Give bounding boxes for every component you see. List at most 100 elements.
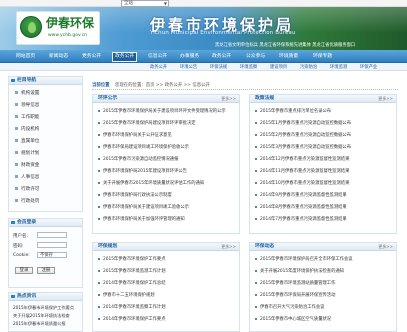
sidebar-item[interactable]: 财政资金	[15, 162, 39, 168]
subnav-item[interactable]: 环保产业	[360, 64, 377, 70]
list-item[interactable]: 伊春市环境保护局关于建设项目竣工验收公示	[98, 204, 238, 210]
box-title: 环保动态	[250, 243, 396, 251]
login-title: 会员登录	[9, 219, 82, 227]
subnav-item[interactable]: 污染防治	[300, 64, 317, 70]
breadcrumb: 当前位置 您现在的位置：首页 >> 政务公开 >> 信息公开	[92, 82, 398, 90]
nav-item-news[interactable]: 新闻动态	[47, 53, 70, 61]
subnav-item[interactable]: 环保法规	[210, 64, 227, 70]
nav-item-gov-open[interactable]: 政务公开	[112, 52, 138, 62]
list-item[interactable]: 2015年伊春市重点排污单位名录公布	[255, 108, 395, 114]
login-button[interactable]: 登录	[15, 267, 33, 274]
planning-box: 环保规划 更多>> 2015年伊春市环境保护工作要点 2015年伊春市环境监测工…	[92, 242, 240, 332]
box-title: 环保规划	[93, 243, 239, 251]
list-item[interactable]: 2015年伊春市环境保护局建设项目环评审批决定	[98, 120, 238, 126]
policy-box: 政策法规 更多>> 2015年伊春市重点排污单位名录公布 2015年1月伊春市重…	[249, 94, 397, 234]
list-item[interactable]: 2015年2月伊春市重点污染源自动监控数据公布	[255, 132, 395, 138]
news-link[interactable]: 2015年伊春市环境质量公报	[13, 321, 81, 327]
login-panel: 会员登录 用户名: 密码: Cookie: 不保存 登录 注册	[8, 218, 83, 288]
list-item[interactable]: 2015年1月伊春市重点污染源自动监控数据公布	[255, 120, 395, 126]
sidebar-item[interactable]: 行政许可	[15, 186, 39, 192]
news-link[interactable]: 2015年伊春市环境保护工作要点	[13, 305, 81, 311]
sidebar-item[interactable]: 机构设置	[15, 90, 39, 96]
logo-name: 伊春环保	[46, 16, 95, 30]
list-item[interactable]: 2015年伊春市环境保护工作要点	[98, 256, 238, 262]
list-item[interactable]: 2015年伊春市环境监测工作计划	[98, 268, 238, 274]
nav-item-gov-open-2[interactable]: 政务公开	[210, 53, 233, 61]
main-content: 当前位置 您现在的位置：首页 >> 政务公开 >> 信息公开 环评公示 更多>>…	[92, 82, 398, 332]
list-item[interactable]: 2014年10月伊春市重点污染源监督性监测结果	[255, 180, 395, 186]
top-utility-bar: 全站 ▼	[0, 0, 407, 7]
subnav-item[interactable]: 环境监察	[240, 64, 257, 70]
subnav-item[interactable]: 环境监测	[330, 64, 347, 70]
more-link[interactable]: 更多>>	[221, 96, 236, 102]
password-input[interactable]	[37, 242, 67, 248]
more-link[interactable]: 更多>>	[378, 96, 393, 102]
column-nav-title: 栏目导航	[9, 77, 82, 85]
list-item[interactable]: 关于开展伊春市2015年环境质量状况评估工作的通知	[98, 180, 238, 186]
list-item[interactable]: 2015年伊春市中心城区空气质量状况	[255, 316, 395, 322]
site-subtitle: Yichun Municipal Environmental Protectio…	[150, 30, 296, 36]
column-nav-panel: 栏目导航 机构设置 领导信息 工作职能 内设机构 直属单位 规划计划 财政资金 …	[8, 76, 83, 212]
username-label: 用户名:	[13, 234, 29, 239]
sidebar-item[interactable]: 领导信息	[15, 102, 39, 108]
cookie-label: Cookie:	[13, 253, 30, 258]
list-item[interactable]: 2015年伊春市环境保护局关于建设项目环评文件受理情况的公示	[98, 108, 238, 114]
list-item[interactable]: 伊春市十二五环境保护规划	[98, 292, 238, 298]
list-item[interactable]: 2014年伊春市环境保护工作要点	[98, 316, 238, 322]
nav-item-info[interactable]: 信息公开	[146, 53, 169, 61]
box-title: 环评公示	[93, 95, 239, 103]
news-link[interactable]: 关于开展2015年环境执法检查	[13, 313, 81, 319]
list-item[interactable]: 关于开展2015年度环境保护执法检查的通知	[255, 268, 395, 274]
logo-url: www.ychb.gov.cn	[48, 33, 88, 38]
list-item[interactable]: 2014年伊春市环境监察工作计划	[98, 304, 238, 310]
list-item[interactable]: 伊春市环保局建设项目竣工环境保护验收公示	[98, 144, 238, 150]
hot-news-panel: 热点资讯 2015年伊春市环境保护工作要点 关于开展2015年环境执法检查 20…	[8, 292, 83, 332]
site-scope-select[interactable]: 全站 ▼	[121, 0, 169, 7]
list-item[interactable]: 2014年7月伊春市重点污染源监督性监测结果	[255, 216, 395, 222]
list-item[interactable]: 2014年伊春市环境保护工作总结	[98, 280, 238, 286]
nav-item-service[interactable]: 办事服务	[178, 53, 201, 61]
sidebar-item[interactable]: 直属单位	[15, 138, 39, 144]
list-item[interactable]: 伊春市环境保护局关于加强环评管理的通知	[98, 216, 238, 222]
list-item[interactable]: 伊春市环境保护局行政执法公示制度	[98, 192, 238, 198]
more-link[interactable]: 更多>>	[378, 244, 393, 250]
chevron-down-icon: ▼	[163, 1, 167, 6]
list-item[interactable]: 2015年3月伊春市重点污染源自动监控数据公布	[255, 144, 395, 150]
list-item[interactable]: 2014年11月伊春市重点污染源监督性监测结果	[255, 168, 395, 174]
username-input[interactable]	[37, 232, 67, 238]
breadcrumb-path[interactable]: 您现在的位置：首页 >> 政务公开 >> 信息公开	[115, 83, 210, 88]
sidebar-item[interactable]: 内设机构	[15, 126, 39, 132]
sub-nav: 政务公开 环境公告 环保法规 环境监察 建设项目 污染防治 环境监测 环保产业	[0, 63, 407, 71]
sidebar-item[interactable]: 规划计划	[15, 150, 39, 156]
subnav-item[interactable]: 政务公开	[150, 64, 167, 70]
list-item[interactable]: 伊春市环境保护局关于公开征求意见	[98, 132, 238, 138]
site-logo[interactable]: 伊春环保 www.ychb.gov.cn	[16, 11, 100, 45]
list-item[interactable]: 2015年伊春市污染源自动监控情况通报	[98, 156, 238, 162]
box-title: 政策法规	[250, 95, 396, 103]
list-item[interactable]: 2015年伊春市环境监测站质量管理工作	[255, 280, 395, 286]
nav-item-quality[interactable]: 环境质量	[277, 53, 300, 61]
list-item[interactable]: 2015年伊春市环境保护局召开全市环保工作会议	[255, 256, 395, 262]
leaf-emblem-icon	[20, 16, 42, 38]
main-nav: 网站首页 新闻动态 党务公开 政务公开 信息公开 办事服务 政务公开 公众参与 …	[0, 50, 407, 63]
nav-item-party[interactable]: 党务公开	[80, 53, 103, 61]
list-item[interactable]: 2015年伊春市环保局开展环保宣传活动	[255, 292, 395, 298]
sidebar: 栏目导航 机构设置 领导信息 工作职能 内设机构 直属单位 规划计划 财政资金 …	[8, 76, 83, 332]
subnav-item[interactable]: 建设项目	[270, 64, 287, 70]
register-button[interactable]: 注册	[37, 267, 55, 274]
list-item[interactable]: 2014年9月伊春市重点污染源监督性监测结果	[255, 192, 395, 198]
nav-item-public[interactable]: 公众参与	[244, 53, 267, 61]
cookie-select[interactable]: 不保存	[37, 252, 67, 258]
list-item[interactable]: 2014年12月伊春市重点污染源监督性监测结果	[255, 156, 395, 162]
list-item[interactable]: 伊春市召开大气污染防治工作会议	[255, 304, 395, 310]
nav-item-special[interactable]: 环保专题	[311, 53, 334, 61]
nav-item-home[interactable]: 网站首页	[14, 53, 37, 61]
site-scope-value: 全站	[124, 1, 133, 6]
subnav-item[interactable]: 环境公告	[180, 64, 197, 70]
more-link[interactable]: 更多>>	[221, 244, 236, 250]
list-item[interactable]: 2014年8月伊春市重点污染源监督性监测结果	[255, 204, 395, 210]
sidebar-item[interactable]: 人事信息	[15, 174, 39, 180]
sidebar-item[interactable]: 工作职能	[15, 114, 39, 120]
sidebar-item[interactable]: 行政处罚	[15, 198, 39, 204]
list-item[interactable]: 伊春市环境保护局2015年建设项目环评公告	[98, 168, 238, 174]
